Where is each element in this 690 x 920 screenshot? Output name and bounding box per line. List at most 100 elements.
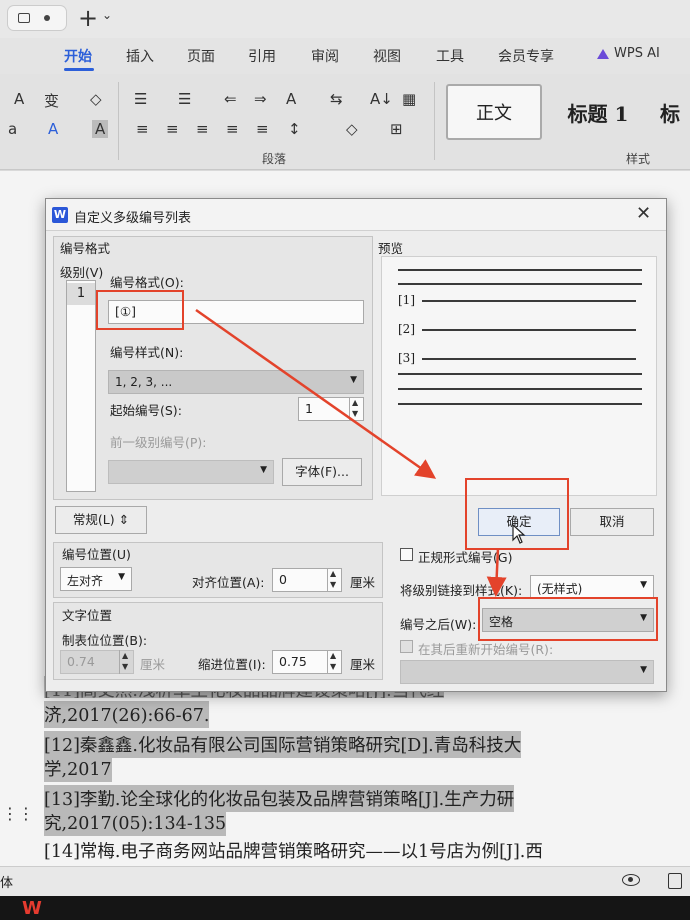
menu-review[interactable]: 审阅 (311, 46, 339, 66)
reference-line: [13]李勤.论全球化的化妆品包装及品牌营销策略[J].生产力研 (44, 785, 515, 812)
menu-tools[interactable]: 工具 (436, 46, 464, 66)
bullet-list-icon[interactable]: ☰ (134, 90, 147, 108)
style-normal[interactable]: 正文 (446, 84, 542, 140)
align-left-icon[interactable]: ≡ (136, 120, 149, 138)
level-list[interactable]: 1 (66, 280, 96, 492)
preview-line (398, 269, 642, 271)
preview-line (398, 373, 642, 375)
status-bar: 体 (0, 866, 690, 896)
alignment-select[interactable]: 左对齐 ▼ (60, 567, 132, 591)
preview-line (422, 300, 636, 302)
align-center-icon[interactable]: ≡ (166, 120, 179, 138)
dot-icon (44, 15, 50, 21)
reference-line: [12]秦鑫鑫.化妆品有限公司国际营销策略研究[D].青岛科技大 (44, 731, 522, 758)
reference-line: [14]常梅.电子商务网站品牌营销策略研究——以1号店为例[J].西 (44, 842, 543, 862)
numbered-list-icon[interactable]: ☰ (178, 90, 191, 108)
font-size-decrease-icon[interactable]: A (14, 90, 24, 108)
preview-line (398, 403, 642, 405)
align-at-label: 对齐位置(A): (192, 575, 265, 590)
restart-label: 在其后重新开始编号(R): (418, 642, 554, 657)
tab-stop-label: 制表位位置(B): (62, 633, 148, 648)
level-label: 级别(V) (60, 265, 104, 280)
indent-value: 0.75 (279, 654, 307, 669)
window-icon (18, 13, 30, 23)
borders-icon[interactable]: ⊞ (390, 120, 403, 138)
active-tab-indicator (64, 68, 94, 71)
new-tab-button[interactable]: + (78, 4, 98, 32)
preview-line (398, 283, 642, 285)
eraser-icon[interactable]: ◇ (90, 90, 102, 108)
indent-input[interactable]: 0.75 ▲ ▼ (272, 650, 342, 674)
justify-icon[interactable]: ≡ (226, 120, 239, 138)
restart-select: ▼ (400, 660, 654, 684)
change-case-icon[interactable]: 变 (44, 90, 59, 111)
normal-toggle-button[interactable]: 常规(L) ⇕ (55, 506, 147, 534)
character-shading-icon[interactable]: A (92, 120, 109, 138)
group-label-style: 样式 (626, 152, 651, 166)
link-style-select[interactable]: (无样式) ▼ (530, 575, 654, 599)
style-heading-2[interactable]: 标 (660, 84, 690, 140)
start-at-input[interactable]: 1 ▲ ▼ (298, 397, 364, 421)
chevron-down-icon: ▼ (350, 375, 357, 385)
menu-membership[interactable]: 会员专享 (498, 46, 554, 66)
chevron-down-icon[interactable]: ⌄ (102, 8, 112, 22)
highlight-icon[interactable]: a (8, 120, 17, 138)
previous-level-label: 前一级别编号(P): (110, 435, 207, 450)
start-at-spinner[interactable]: ▲ ▼ (349, 397, 363, 421)
shading-icon[interactable]: ◇ (346, 120, 358, 138)
preview-number: [1] (398, 293, 415, 307)
line-spacing-icon[interactable]: ↕ (288, 120, 301, 138)
align-at-spinner[interactable]: ▲ ▼ (327, 568, 341, 592)
dialog-title: 自定义多级编号列表 (74, 211, 192, 226)
wps-app-icon[interactable]: W (22, 898, 42, 919)
sort-icon[interactable]: A↓ (370, 90, 393, 108)
link-style-value: (无样式) (537, 582, 583, 596)
menu-home[interactable]: 开始 (64, 46, 92, 66)
line-break-icon[interactable]: ⇆ (330, 90, 343, 108)
number-style-select[interactable]: 1, 2, 3, ... ▼ (108, 370, 364, 394)
menu-references[interactable]: 引用 (248, 46, 276, 66)
level-item-1[interactable]: 1 (67, 283, 95, 305)
align-right-icon[interactable]: ≡ (196, 120, 209, 138)
preview-line (422, 329, 636, 331)
decrease-indent-icon[interactable]: ⇐ (224, 90, 237, 108)
legal-style-checkbox[interactable] (400, 548, 413, 561)
number-format-label: 编号格式(O): (110, 275, 184, 290)
indent-spinner[interactable]: ▲ ▼ (327, 650, 341, 674)
number-style-label: 编号样式(N): (110, 345, 184, 360)
reading-mode-icon[interactable] (622, 874, 640, 886)
chevron-down-icon: ▼ (640, 665, 647, 675)
tab-overview-button[interactable] (8, 6, 66, 30)
menu-page[interactable]: 页面 (187, 46, 215, 66)
indent-unit: 厘米 (350, 657, 376, 672)
drag-handle-icon[interactable]: ⋮⋮ (2, 804, 34, 823)
taskbar: W (0, 896, 690, 920)
font-color-icon[interactable]: A (48, 120, 58, 138)
menu-insert[interactable]: 插入 (126, 46, 154, 66)
menu-view[interactable]: 视图 (373, 46, 401, 66)
table-grid-icon[interactable]: ▦ (402, 90, 416, 108)
tab-stop-spinner: ▲ ▼ (119, 650, 133, 674)
chevron-down-icon: ▼ (640, 580, 647, 590)
style-heading-1[interactable]: 标题 1 (550, 84, 646, 140)
annotation-box-format (96, 290, 184, 330)
distributed-icon[interactable]: ≡ (256, 120, 269, 138)
align-at-value: 0 (279, 572, 287, 587)
cancel-button[interactable]: 取消 (570, 508, 654, 536)
start-at-label: 起始编号(S): (110, 403, 182, 418)
menu-wps-ai[interactable]: WPS AI (614, 46, 660, 61)
text-direction-icon[interactable]: A (286, 90, 296, 108)
align-at-input[interactable]: 0 ▲ ▼ (272, 568, 342, 592)
wps-ai-icon (597, 49, 609, 59)
increase-indent-icon[interactable]: ⇒ (254, 90, 267, 108)
font-button[interactable]: 字体(F)... (282, 458, 362, 486)
previous-level-select: ▼ (108, 460, 274, 484)
close-icon[interactable]: ✕ (636, 203, 651, 224)
follow-number-label: 编号之后(W): (400, 617, 477, 632)
indent-label: 缩进位置(I): (198, 657, 266, 672)
reference-line: 学,2017 (44, 755, 112, 782)
wps-writer-icon: W (52, 207, 68, 223)
number-position-label: 编号位置(U) (62, 547, 131, 562)
divider (118, 82, 119, 160)
page-layout-icon[interactable] (668, 873, 682, 889)
